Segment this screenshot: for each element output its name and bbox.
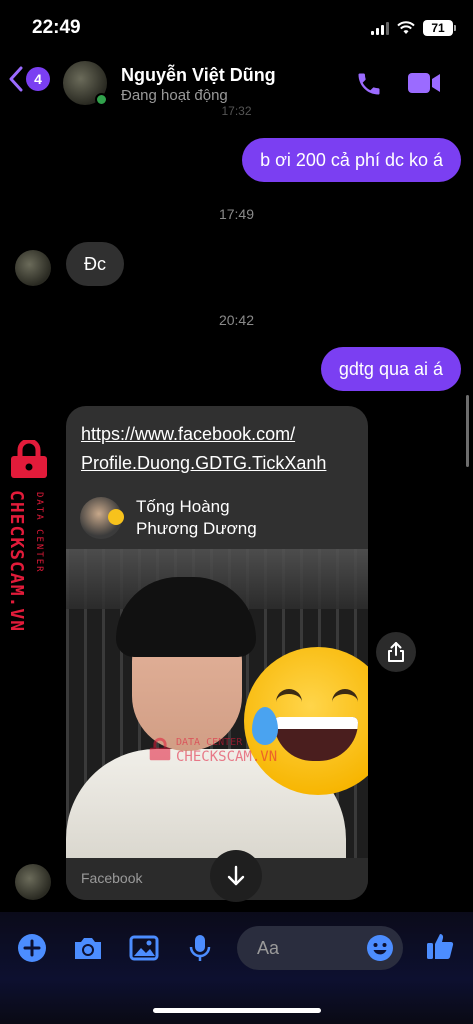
message-outgoing[interactable]: b ơi 200 cả phí dc ko á [242, 138, 461, 182]
image-icon [129, 935, 159, 961]
message-outgoing[interactable]: gdtg qua ai á [320, 347, 461, 391]
watermark-center-text: CHECKSCAM.VN [176, 749, 278, 765]
card-source: Facebook [81, 870, 143, 886]
emoji-button[interactable] [366, 934, 394, 967]
home-indicator [153, 1008, 321, 1013]
lock-icon [149, 737, 171, 761]
share-button[interactable] [376, 632, 416, 672]
contact-name[interactable]: Nguyễn Việt Dũng [121, 65, 276, 86]
timestamp: 17:49 [218, 206, 255, 222]
plus-icon [18, 934, 46, 962]
scroll-to-bottom-button[interactable] [210, 850, 262, 902]
message-incoming[interactable]: Đc [66, 242, 124, 286]
share-icon [388, 642, 404, 662]
avatar[interactable] [15, 250, 51, 286]
battery-icon: 71 [423, 20, 456, 36]
profile-avatar [80, 497, 124, 539]
camera-button[interactable] [72, 932, 104, 964]
back-button[interactable]: 4 [8, 66, 50, 92]
timestamp: 20:42 [218, 312, 255, 328]
scrollbar[interactable] [466, 395, 469, 467]
preview-image[interactable] [66, 549, 368, 858]
link-preview-card[interactable]: https://www.facebook.com/ Profile.Duong.… [66, 406, 368, 900]
thumbs-up-icon [427, 934, 454, 959]
profile-name-line1: Tống Hoàng [136, 497, 230, 516]
status-icons: 71 [371, 20, 456, 36]
status-time: 22:49 [32, 17, 81, 38]
watermark-text: CHECKSCAM.VN [6, 490, 27, 633]
back-chevron-icon [9, 66, 23, 92]
profile-name: Tống Hoàng Phương Dương [136, 496, 257, 540]
signal-icon [371, 21, 389, 35]
wifi-icon [397, 21, 415, 34]
timestamp-partial: 17:32 [221, 104, 252, 118]
avatar[interactable] [15, 864, 51, 900]
camera-icon [75, 938, 101, 959]
profile-name-line2: Phương Dương [136, 519, 257, 538]
phone-icon [358, 73, 380, 95]
watermark-center-subtext: DATA CENTER [176, 737, 243, 748]
contact-status: Đang hoạt động [121, 87, 228, 104]
watermark-subtext: DATA CENTER [34, 492, 44, 574]
call-button[interactable] [355, 70, 383, 103]
watermark-center: DATA CENTER CHECKSCAM.VN [148, 735, 277, 770]
video-call-button[interactable] [406, 70, 442, 101]
unread-badge: 4 [26, 67, 50, 91]
link-url-line2[interactable]: Profile.Duong.GDTG.TickXanh [81, 449, 326, 478]
link-url-line1[interactable]: https://www.facebook.com/ [81, 420, 326, 449]
profile-row[interactable]: Tống Hoàng Phương Dương [80, 496, 257, 540]
emoji-icon [367, 935, 393, 961]
more-actions-button[interactable] [16, 932, 48, 964]
lock-icon [11, 440, 47, 478]
like-button[interactable] [424, 930, 456, 962]
gallery-button[interactable] [128, 932, 160, 964]
composer-bar [0, 912, 473, 1024]
link-url[interactable]: https://www.facebook.com/ Profile.Duong.… [81, 420, 326, 478]
voice-button[interactable] [184, 932, 216, 964]
microphone-icon [189, 935, 211, 961]
video-camera-icon [408, 73, 440, 93]
status-bar: 22:49 71 [0, 0, 473, 56]
arrow-down-icon [227, 865, 245, 886]
watermark-side: CHECKSCAM.VN DATA CENTER [4, 440, 54, 660]
